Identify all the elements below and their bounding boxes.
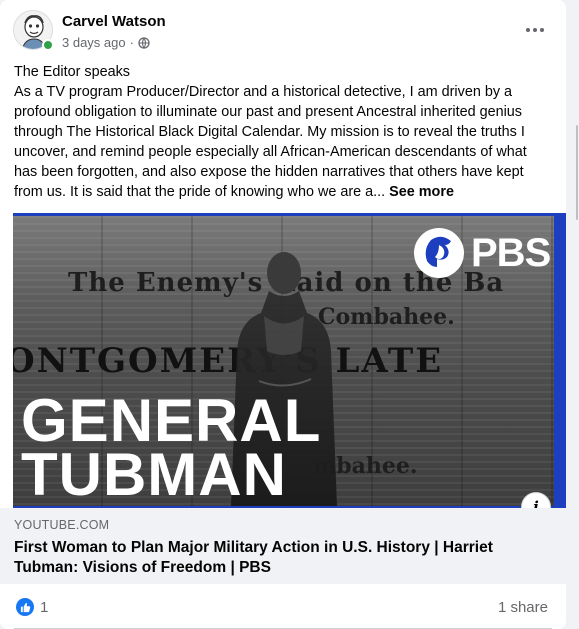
more-dot xyxy=(526,28,530,32)
link-preview[interactable]: YOUTUBE.COM First Woman to Plan Major Mi… xyxy=(0,508,566,584)
see-more-link[interactable]: See more xyxy=(389,184,454,200)
scrollbar-track[interactable] xyxy=(566,0,579,629)
pbs-head-icon xyxy=(414,228,464,278)
video-thumbnail[interactable]: The Enemy's Raid on the Ba Combahee. ONT… xyxy=(13,213,566,508)
post-text-line-body: As a TV program Producer/Director and a … xyxy=(14,84,527,200)
pbs-logo: PBS xyxy=(413,226,551,280)
link-title: First Woman to Plan Major Military Actio… xyxy=(14,539,493,576)
thumbnail-title-line: GENERAL xyxy=(21,387,322,454)
online-status-indicator xyxy=(42,39,54,51)
post-text-body: As a TV program Producer/Director and a … xyxy=(14,82,549,202)
post-card: Carvel Watson 3 days ago · The Editor sp… xyxy=(0,0,566,629)
thumbs-up-icon xyxy=(20,602,30,612)
more-dot xyxy=(533,28,537,32)
like-icon[interactable] xyxy=(16,598,34,616)
thumbnail-title-line: TUBMAN xyxy=(21,441,287,506)
thumbnail-title: GENERAL TUBMAN xyxy=(21,387,322,506)
like-count[interactable]: 1 xyxy=(40,599,48,616)
link-domain: YOUTUBE.COM xyxy=(14,518,110,532)
author-name[interactable]: Carvel Watson xyxy=(62,13,166,30)
scrollbar-thumb[interactable] xyxy=(576,125,578,220)
share-count[interactable]: 1 share xyxy=(498,599,548,616)
post-timestamp[interactable]: 3 days ago xyxy=(62,35,126,50)
more-options-icon[interactable] xyxy=(517,16,553,44)
post-text-line-heading: The Editor speaks xyxy=(14,64,130,80)
post-meta: 3 days ago · xyxy=(62,35,150,50)
post-text: The Editor speaks As a TV program Produc… xyxy=(14,62,549,202)
pbs-logo-text: PBS xyxy=(471,230,551,275)
reactions-bar: 1 1 share xyxy=(0,584,566,629)
meta-separator: · xyxy=(129,35,134,50)
globe-icon[interactable] xyxy=(138,36,150,49)
more-dot xyxy=(540,28,544,32)
post-header: Carvel Watson 3 days ago · xyxy=(13,10,553,54)
thumbnail-image: The Enemy's Raid on the Ba Combahee. ONT… xyxy=(13,216,554,506)
